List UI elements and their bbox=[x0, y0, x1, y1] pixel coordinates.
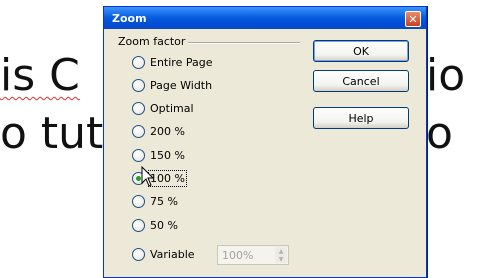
help-button-label: Help bbox=[348, 111, 374, 125]
variable-zoom-value: 100% bbox=[222, 248, 254, 262]
ok-button-label: OK bbox=[353, 44, 369, 58]
ok-button[interactable]: OK bbox=[313, 40, 409, 62]
cancel-button[interactable]: Cancel bbox=[313, 70, 409, 92]
radio-label: Variable bbox=[150, 247, 195, 261]
dialog-title: Zoom bbox=[112, 11, 147, 25]
document-text-line1-right: io bbox=[426, 50, 466, 101]
radio-button[interactable] bbox=[132, 78, 145, 92]
radio-label: 50 % bbox=[150, 218, 178, 232]
radio-75[interactable]: 75 % bbox=[132, 192, 178, 210]
radio-page-width[interactable]: Page Width bbox=[132, 76, 212, 94]
document-text-line1-left: is C bbox=[0, 50, 80, 101]
radio-button[interactable] bbox=[132, 247, 145, 261]
variable-zoom-spinbox[interactable]: 100% ▲ ▼ bbox=[217, 245, 289, 265]
chevron-up-icon[interactable]: ▲ bbox=[275, 247, 287, 255]
radio-button[interactable] bbox=[132, 101, 145, 115]
mouse-cursor-icon bbox=[141, 166, 155, 187]
radio-button[interactable] bbox=[132, 148, 145, 162]
radio-label: 100 % bbox=[148, 169, 187, 187]
radio-button[interactable] bbox=[132, 124, 145, 138]
radio-label: 150 % bbox=[150, 148, 185, 162]
radio-optimal[interactable]: Optimal bbox=[132, 99, 194, 117]
radio-variable[interactable]: Variable bbox=[132, 245, 195, 263]
radio-label: Entire Page bbox=[150, 55, 213, 69]
document-text-line2-right: o bbox=[426, 108, 453, 159]
radio-label: 75 % bbox=[150, 194, 178, 208]
radio-label: Page Width bbox=[150, 78, 213, 92]
chevron-down-icon[interactable]: ▼ bbox=[275, 255, 287, 263]
cancel-button-label: Cancel bbox=[342, 74, 380, 88]
radio-label: Optimal bbox=[150, 101, 194, 115]
radio-150[interactable]: 150 % bbox=[132, 146, 185, 164]
group-divider bbox=[188, 42, 300, 44]
spin-arrows[interactable]: ▲ ▼ bbox=[275, 247, 287, 263]
radio-label: 200 % bbox=[150, 124, 185, 138]
radio-entire-page[interactable]: Entire Page bbox=[132, 53, 212, 71]
help-button[interactable]: Help bbox=[313, 107, 409, 129]
close-button[interactable]: ✕ bbox=[405, 11, 421, 27]
radio-button[interactable] bbox=[132, 194, 145, 208]
zoom-dialog: Zoom ✕ Zoom factor Entire Page Page Widt… bbox=[103, 6, 427, 278]
radio-50[interactable]: 50 % bbox=[132, 216, 178, 234]
radio-button[interactable] bbox=[132, 218, 145, 232]
radio-100[interactable]: 100 % bbox=[132, 169, 187, 187]
close-icon: ✕ bbox=[408, 12, 418, 26]
dialog-titlebar[interactable]: Zoom bbox=[104, 7, 426, 29]
radio-200[interactable]: 200 % bbox=[132, 122, 185, 140]
zoom-factor-label: Zoom factor bbox=[118, 35, 186, 48]
radio-button[interactable] bbox=[132, 55, 145, 69]
document-text-line2-left: o tut bbox=[0, 108, 104, 159]
